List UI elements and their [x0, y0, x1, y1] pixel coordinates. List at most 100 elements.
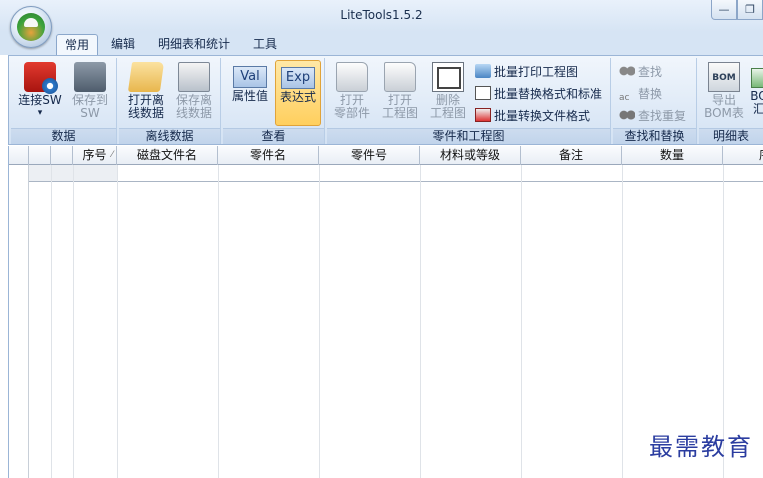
- save-offline-label-2: 线数据: [175, 106, 212, 120]
- dropdown-arrow-icon[interactable]: ▾: [17, 107, 63, 120]
- solidworks-connect-icon: [24, 62, 58, 94]
- open-drawing-button[interactable]: 打开 工程图: [377, 60, 423, 126]
- grid-line: [218, 165, 219, 478]
- group-parts-label: 零件和工程图: [327, 128, 610, 144]
- tab-tools[interactable]: 工具: [245, 34, 285, 55]
- exp-icon: Exp: [281, 67, 315, 89]
- grid-line: [521, 165, 522, 478]
- save-to-sw-label-2: SW: [80, 106, 100, 120]
- tab-bom-statistics[interactable]: 明细表和统计: [150, 34, 238, 55]
- find-button[interactable]: 查找: [619, 62, 662, 82]
- batch-replace-format-label: 批量替换格式和标准: [494, 87, 603, 101]
- watermark: 最需教育: [649, 433, 753, 461]
- export-bom-button[interactable]: BOM 导出 BOM表: [701, 60, 747, 126]
- batch-convert-label: 批量转换文件格式: [494, 109, 591, 123]
- find-duplicate-icon: [619, 108, 635, 122]
- window-controls: — ❐: [711, 0, 763, 20]
- batch-print-drawings-button[interactable]: 批量打印工程图: [475, 62, 578, 82]
- delete-drawing-button[interactable]: 删除 工程图: [425, 60, 471, 126]
- group-offline-label: 离线数据: [119, 128, 220, 144]
- group-view: Val 属性值 Exp 表达式 查看: [223, 58, 325, 144]
- export-bom-label-2: BOM表: [704, 106, 744, 120]
- expression-label: 表达式: [279, 90, 316, 104]
- binoculars-icon: [619, 64, 635, 78]
- header-icon-col[interactable]: [51, 146, 73, 165]
- header-partial-column[interactable]: 序: [723, 146, 763, 165]
- printer-icon: [475, 64, 491, 78]
- val-icon: Val: [233, 66, 267, 88]
- replace-button[interactable]: ac 替换: [619, 84, 662, 104]
- group-view-label: 查看: [223, 128, 324, 144]
- find-duplicates-label: 查找重复: [638, 109, 687, 123]
- open-part-button[interactable]: 打开 零部件: [329, 60, 375, 126]
- ribbon-tab-bar: 常用 编辑 明细表和统计 工具: [0, 32, 763, 55]
- batch-replace-format-button[interactable]: 批量替换格式和标准: [475, 84, 602, 104]
- save-sw-icon: [74, 62, 106, 92]
- group-offline-data: 打开离 线数据 保存离 线数据 离线数据: [119, 58, 221, 144]
- tab-edit[interactable]: 编辑: [103, 34, 143, 55]
- replace-icon: ac: [619, 93, 630, 103]
- header-index[interactable]: 序号 ⁄: [73, 146, 117, 165]
- connect-sw-button[interactable]: 连接SW ▾: [17, 60, 63, 126]
- connect-sw-label: 连接SW: [18, 93, 62, 107]
- open-drawing-icon: [384, 62, 416, 92]
- grid-line: [622, 165, 623, 478]
- ribbon: 连接SW ▾ 保存到 SW 数据 打开离 线数据 保存离 线数据 离线数据 Va…: [8, 55, 763, 145]
- grid-line: [73, 165, 74, 478]
- save-offline-icon: [178, 62, 210, 92]
- header-disk-filename[interactable]: 磁盘文件名: [117, 146, 218, 165]
- group-bom: BOM 导出 BOM表 BO 汇 明细表: [699, 58, 763, 144]
- grid-line: [51, 165, 52, 478]
- filter-row[interactable]: [9, 165, 763, 182]
- window-title: LiteTools1.5.2: [340, 8, 423, 22]
- find-duplicates-button[interactable]: 查找重复: [619, 106, 686, 126]
- open-offline-data-button[interactable]: 打开离 线数据: [123, 60, 169, 126]
- sort-indicator-icon: ⁄: [111, 150, 113, 160]
- batch-print-label: 批量打印工程图: [494, 65, 579, 79]
- header-part-number[interactable]: 零件号: [319, 146, 420, 165]
- header-checkbox-col[interactable]: [29, 146, 51, 165]
- property-value-label: 属性值: [231, 89, 268, 103]
- row-header-corner: [9, 146, 29, 165]
- group-data-label: 数据: [11, 128, 116, 144]
- minimize-button[interactable]: —: [711, 0, 737, 20]
- group-data: 连接SW ▾ 保存到 SW 数据: [11, 58, 117, 144]
- bom-summary-icon: [751, 68, 763, 88]
- header-part-name[interactable]: 零件名: [218, 146, 319, 165]
- grid-header: 序号 ⁄ 磁盘文件名 零件名 零件号 材料或等级 备注 数量 序: [9, 146, 763, 165]
- restore-button[interactable]: ❐: [737, 0, 763, 20]
- property-value-button[interactable]: Val 属性值: [227, 60, 273, 126]
- save-offline-data-button[interactable]: 保存离 线数据: [171, 60, 217, 126]
- pdf-icon: [475, 108, 491, 122]
- tab-common[interactable]: 常用: [56, 34, 99, 55]
- expression-button[interactable]: Exp 表达式: [275, 60, 321, 126]
- replace-label: 替换: [638, 87, 663, 101]
- grid-line: [319, 165, 320, 478]
- group-parts-drawings: 打开 零部件 打开 工程图 删除 工程图 批量打印工程图 批量替换格式和标准 批…: [327, 58, 611, 144]
- group-bom-label: 明细表: [699, 128, 763, 144]
- open-offline-label-2: 线数据: [127, 106, 164, 120]
- app-logo-icon: [17, 13, 45, 41]
- delete-drawing-label-2: 工程图: [429, 106, 466, 120]
- grid-line: [117, 165, 118, 478]
- group-find-replace: 查找 ac 替换 查找重复 查找和替换: [613, 58, 697, 144]
- header-material[interactable]: 材料或等级: [420, 146, 521, 165]
- save-to-sw-button[interactable]: 保存到 SW: [67, 60, 113, 126]
- open-drawing-label-2: 工程图: [381, 106, 418, 120]
- header-index-label: 序号: [82, 148, 107, 162]
- group-find-label: 查找和替换: [613, 128, 696, 144]
- bom-summary-button[interactable]: BO 汇: [747, 60, 763, 126]
- grid-line: [420, 165, 421, 478]
- app-menu-button[interactable]: [10, 6, 52, 48]
- header-quantity[interactable]: 数量: [622, 146, 723, 165]
- delete-drawing-icon: [432, 62, 464, 92]
- find-label: 查找: [638, 65, 663, 79]
- row-header-column: [9, 165, 29, 478]
- title-bar: LiteTools1.5.2 — ❐: [0, 0, 763, 32]
- format-icon: [475, 86, 491, 100]
- open-folder-icon: [127, 62, 165, 92]
- open-part-icon: [336, 62, 368, 92]
- batch-convert-format-button[interactable]: 批量转换文件格式: [475, 106, 590, 126]
- header-remarks[interactable]: 备注: [521, 146, 622, 165]
- open-part-label-2: 零部件: [333, 106, 370, 120]
